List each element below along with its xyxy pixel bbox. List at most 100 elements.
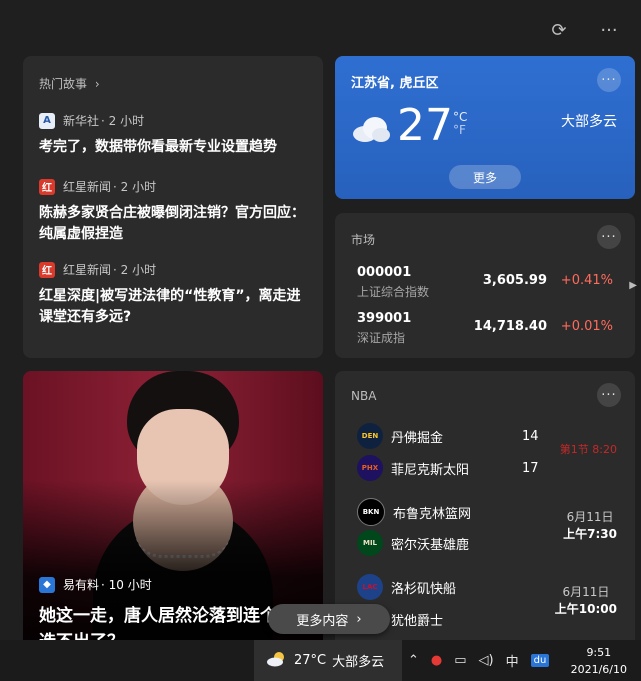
taskbar-temp: 27°C <box>294 653 327 668</box>
market-change: +0.41% <box>560 273 613 288</box>
more-options-icon[interactable]: ··· <box>595 16 623 44</box>
team-score: 17 <box>522 461 539 476</box>
hot-stories-title: 热门故事 <box>39 77 88 91</box>
market-title: 市场 <box>351 233 376 247</box>
team-name: 犹他爵士 <box>391 613 444 629</box>
source-name: 新华社 <box>63 114 100 128</box>
weather-condition: 大部多云 <box>561 114 617 130</box>
network-icon[interactable]: ▭ <box>454 653 466 668</box>
market-price: 3,605.99 <box>482 273 547 288</box>
story-source: A 新华社 · 2 小时 <box>39 112 307 129</box>
game-date: 6月11日 <box>566 510 614 524</box>
source-name: 易有料 <box>63 578 100 592</box>
taskbar-condition: 大部多云 <box>332 655 385 670</box>
news-widgets-panel: ⟳ ··· 热门故事 › A 新华社 · 2 小时 考完了，数据带你看最新专业设… <box>0 0 641 640</box>
weather-temp: 27 <box>397 100 453 151</box>
market-code: 000001 <box>357 265 412 280</box>
more-content-label: 更多内容 <box>296 613 349 629</box>
story-time: · 2 小时 <box>113 263 157 277</box>
story-title[interactable]: 红星深度|被写进法律的“性教育”，离走进课堂还有多远? <box>39 286 307 328</box>
market-code: 399001 <box>357 311 412 326</box>
story-item-1[interactable]: A 新华社 · 2 小时 考完了，数据带你看最新专业设置趋势 <box>39 112 307 158</box>
chevron-right-icon: › <box>356 611 362 627</box>
volume-icon[interactable]: ◁) <box>479 653 494 668</box>
clock-time: 9:51 <box>586 646 612 659</box>
team-row: MIL 密尔沃基雄鹿 <box>357 530 469 556</box>
nba-card: NBA ··· DEN 丹佛掘金 14 PHX 菲尼克斯太阳 17 第1节 8:… <box>335 371 635 640</box>
team-row: PHX 菲尼克斯太阳 <box>357 455 469 481</box>
top-actions: ⟳ ··· <box>545 16 623 44</box>
ime-indicator[interactable]: 中 <box>506 651 519 670</box>
story-source: 红 红星新闻 · 2 小时 <box>39 178 307 195</box>
story-item-2[interactable]: 红 红星新闻 · 2 小时 陈赫多家贤合庄被曝倒闭注销？官方回应：纯属虚假捏造 <box>39 178 307 245</box>
market-change: +0.01% <box>560 319 613 334</box>
hot-stories-header[interactable]: 热门故事 › <box>39 75 307 92</box>
nba-more-icon[interactable]: ··· <box>597 383 621 407</box>
system-tray: ⌃ ● ▭ ◁) 中 du <box>408 640 550 681</box>
story-item-3[interactable]: 红 红星新闻 · 2 小时 红星深度|被写进法律的“性教育”，离走进课堂还有多远… <box>39 261 307 328</box>
game-date: 6月11日 <box>562 585 610 599</box>
taskbar-clock[interactable]: 9:51 2021/6/10 <box>571 644 627 678</box>
bucks-logo-icon: MIL <box>357 530 383 556</box>
feature-story-card[interactable]: ◆ 易有料 · 10 小时 她这一走，唐人居然沦落到连个新剧都选不出了？ <box>23 371 323 640</box>
story-title[interactable]: 陈赫多家贤合庄被曝倒闭注销？官方回应：纯属虚假捏造 <box>39 203 307 245</box>
temp-units[interactable]: °C °F <box>453 111 467 137</box>
partly-cloudy-icon <box>266 651 288 671</box>
hongxing-icon: 红 <box>39 178 55 195</box>
nuggets-logo-icon: DEN <box>357 423 383 449</box>
game-status: 第1节 8:20 <box>559 443 617 456</box>
game-time: 6月11日 上午7:30 <box>563 509 617 543</box>
story-source: 红 红星新闻 · 2 小时 <box>39 261 307 278</box>
story-title[interactable]: 考完了，数据带你看最新专业设置趋势 <box>39 137 307 158</box>
market-price: 14,718.40 <box>473 319 547 334</box>
hongxing-icon: 红 <box>39 261 55 278</box>
taskbar-weather-button[interactable]: 27°C 大部多云 <box>254 640 402 681</box>
clippers-logo-icon: LAC <box>357 574 383 600</box>
hot-stories-card: 热门故事 › A 新华社 · 2 小时 考完了，数据带你看最新专业设置趋势 红 … <box>23 56 323 358</box>
game-start-time: 上午10:00 <box>554 602 617 616</box>
chevron-right-icon: › <box>94 77 100 91</box>
baidu-icon[interactable]: du <box>530 654 550 667</box>
partly-cloudy-icon <box>351 114 391 144</box>
market-more-icon[interactable]: ··· <box>597 225 621 249</box>
suns-logo-icon: PHX <box>357 455 383 481</box>
team-name: 菲尼克斯太阳 <box>391 462 470 478</box>
unit-fahrenheit[interactable]: °F <box>453 124 467 137</box>
source-name: 红星新闻 <box>63 263 112 277</box>
team-name: 洛杉矶快船 <box>391 581 457 597</box>
market-name: 深证成指 <box>357 331 406 345</box>
team-name: 布鲁克林篮网 <box>393 506 472 522</box>
weather-more-button[interactable]: 更多 <box>449 165 521 189</box>
taskbar: 27°C 大部多云 ⌃ ● ▭ ◁) 中 du 9:51 2021/6/10 <box>0 640 641 681</box>
team-score: 14 <box>522 429 539 444</box>
app-tray-icon[interactable]: ● <box>431 653 442 668</box>
market-name: 上证综合指数 <box>357 285 430 299</box>
story-source: ◆ 易有料 · 10 小时 <box>39 576 152 593</box>
market-row[interactable]: 000001 上证综合指数 3,605.99 +0.41% <box>357 265 613 305</box>
source-name: 红星新闻 <box>63 180 112 194</box>
game-start-time: 上午7:30 <box>563 527 617 541</box>
market-row[interactable]: 399001 深证成指 14,718.40 +0.01% <box>357 311 613 351</box>
team-row: DEN 丹佛掘金 <box>357 423 443 449</box>
team-row: BKN 布鲁克林篮网 <box>357 498 471 526</box>
chevron-up-icon[interactable]: ⌃ <box>408 653 419 668</box>
refresh-icon[interactable]: ⟳ <box>545 16 573 44</box>
more-content-button[interactable]: 更多内容 › <box>268 604 390 634</box>
story-time: · 2 小时 <box>101 114 145 128</box>
story-time: · 2 小时 <box>113 180 157 194</box>
nets-logo-icon: BKN <box>357 498 385 526</box>
game-time: 6月11日 上午10:00 <box>555 584 617 618</box>
xinhua-icon: A <box>39 112 55 129</box>
story-time: · 10 小时 <box>101 578 152 592</box>
weather-location: 江苏省, 虎丘区 <box>351 76 439 91</box>
clock-date: 2021/6/10 <box>570 663 627 676</box>
team-name: 密尔沃基雄鹿 <box>391 537 470 553</box>
market-card: 市场 ··· 000001 上证综合指数 3,605.99 +0.41% 399… <box>335 213 635 358</box>
scroll-right-icon[interactable]: ▶ <box>629 280 637 291</box>
team-name: 丹佛掘金 <box>391 430 444 446</box>
team-row: LAC 洛杉矶快船 <box>357 574 456 600</box>
yiyouliao-icon: ◆ <box>39 576 55 593</box>
weather-more-icon[interactable]: ··· <box>597 68 621 92</box>
nba-title: NBA <box>351 389 377 403</box>
weather-card[interactable]: 江苏省, 虎丘区 ··· 27 °C °F 大部多云 更多 <box>335 56 635 199</box>
